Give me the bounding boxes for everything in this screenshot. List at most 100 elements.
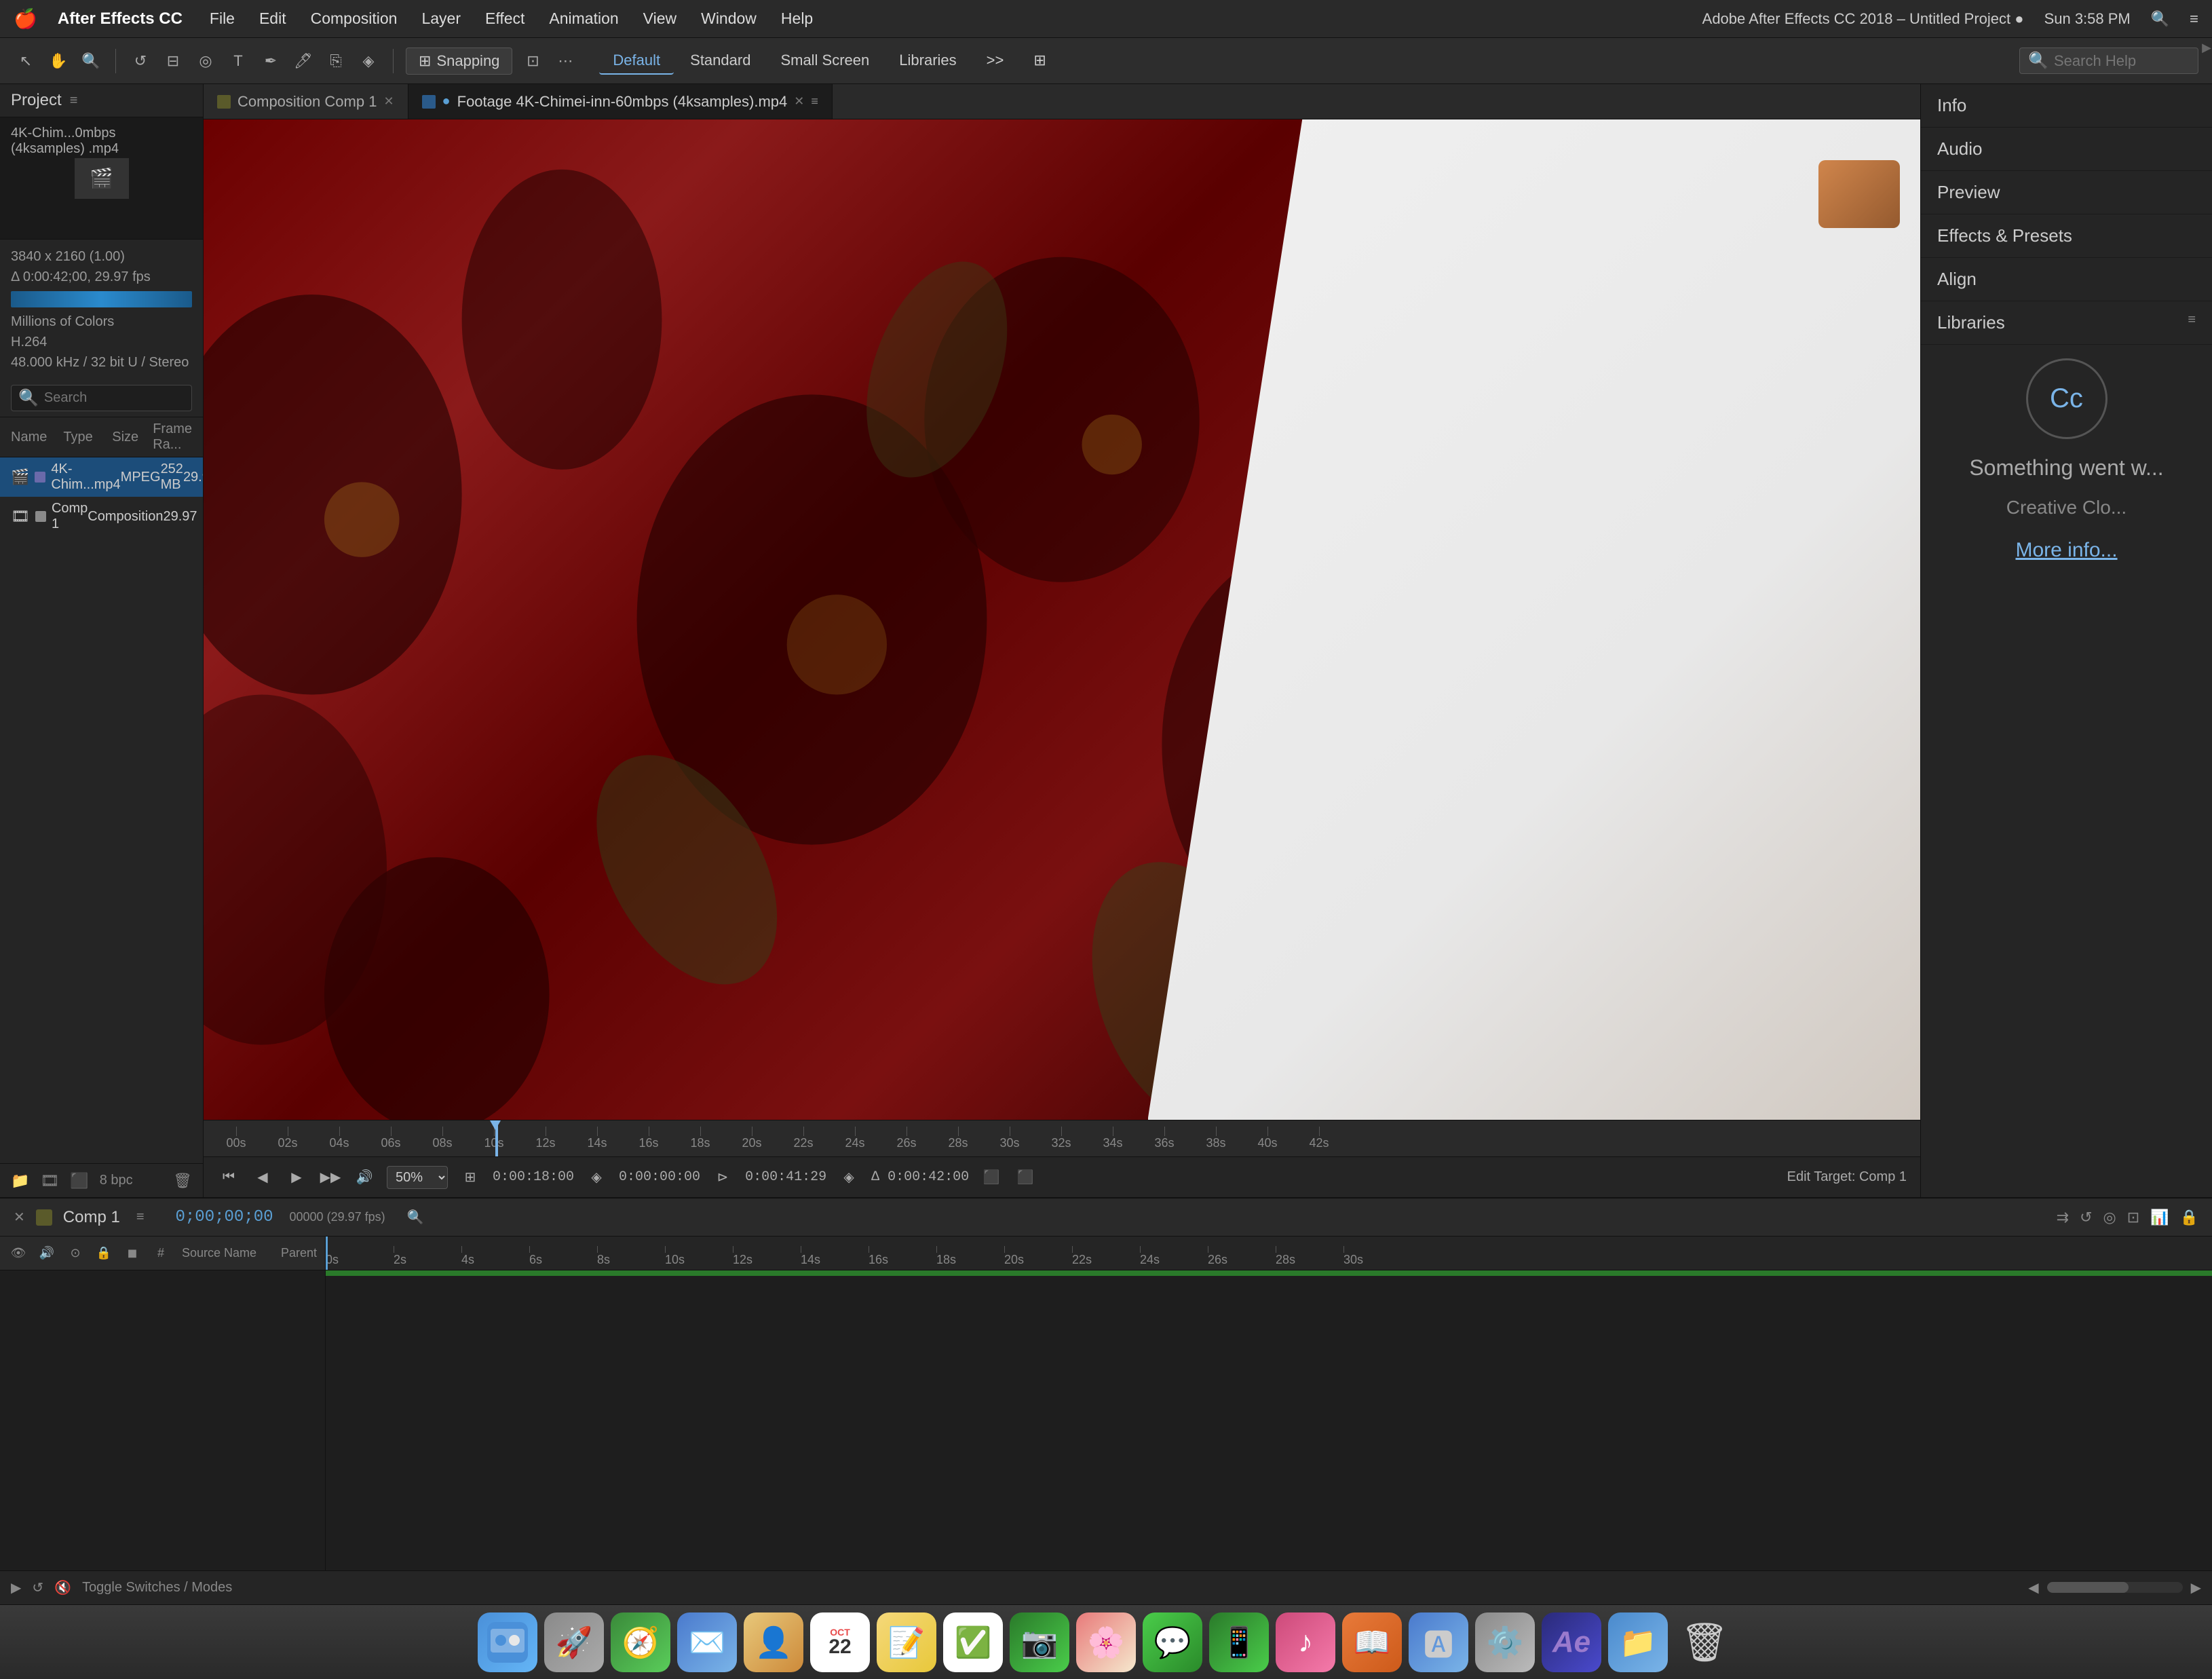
audio-tl-icon[interactable]: 🔊 — [37, 1243, 57, 1264]
play-btn[interactable]: ▶ — [285, 1166, 308, 1189]
project-item-1[interactable]: 🎞 Comp 1 Composition 29.97 — [0, 497, 203, 536]
timeline-work-area-bar[interactable] — [326, 1270, 2212, 1276]
align-snap-icon[interactable]: ⊡ — [520, 49, 545, 73]
viewer-playhead-line[interactable] — [495, 1120, 498, 1156]
rotate-tool[interactable]: ↺ — [128, 49, 153, 73]
clone-tool[interactable]: ⎘ — [324, 49, 348, 73]
orbit-camera[interactable]: ◎ — [193, 49, 218, 73]
project-menu-icon[interactable]: ≡ — [70, 93, 78, 109]
footage-tab[interactable]: ● Footage 4K-Chimei-inn-60mbps (4ksample… — [408, 84, 833, 119]
viewer-ruler[interactable]: 00s 02s 04s 06s 08s 10s 12s 14s 16s 18s … — [204, 1120, 1920, 1156]
snapping-button[interactable]: ⊞ Snapping — [406, 48, 512, 75]
lock-tl-icon[interactable]: 🔒 — [94, 1243, 114, 1264]
comp-tab-close[interactable]: ✕ — [383, 94, 394, 109]
comp-tab[interactable]: Composition Comp 1 ✕ — [204, 84, 408, 119]
search-help-input[interactable] — [2054, 52, 2190, 70]
new-folder-icon[interactable]: 📁 — [11, 1172, 29, 1190]
mute-icon[interactable]: 🔇 — [54, 1579, 71, 1596]
timeline-playhead-line[interactable] — [326, 1237, 328, 1270]
toolbar-search[interactable]: 🔍 — [2019, 48, 2198, 74]
new-item-icon[interactable]: ⬛ — [70, 1172, 88, 1190]
right-panel-info[interactable]: Info — [1921, 84, 2212, 128]
right-panel-preview[interactable]: Preview — [1921, 171, 2212, 214]
dock-notes[interactable]: 📝 — [877, 1612, 936, 1672]
render-icon[interactable]: ⬛ — [980, 1166, 1003, 1189]
timeline-ruler-tl[interactable]: 0s 2s 4s 6s 8s 10s 12s 14s 16s 18s 20s 2… — [326, 1237, 2212, 1270]
loop-timeline-icon[interactable]: ↺ — [32, 1579, 43, 1596]
dock-mail[interactable]: ✉️ — [677, 1612, 737, 1672]
dock-facetime[interactable]: 📷 — [1010, 1612, 1069, 1672]
workspace-libraries[interactable]: Libraries — [885, 48, 970, 75]
solo-icon[interactable]: ⊙ — [65, 1243, 85, 1264]
menu-animation[interactable]: Animation — [549, 10, 618, 28]
apple-menu[interactable]: 🍎 — [14, 7, 37, 30]
workspace-toggle[interactable]: ⊞ — [1020, 48, 1059, 75]
label-tl-icon[interactable]: ◼ — [122, 1243, 142, 1264]
cache-icon[interactable]: ⬛ — [1014, 1166, 1037, 1189]
dock-launchpad[interactable]: 🚀 — [544, 1612, 604, 1672]
next-frame-btn[interactable]: ▶▶ — [319, 1166, 342, 1189]
menu-edit[interactable]: Edit — [259, 10, 286, 28]
dock-photos[interactable]: 🌸 — [1076, 1612, 1136, 1672]
dock-appstore[interactable]: 🅰 — [1409, 1612, 1468, 1672]
search-menubar-icon[interactable]: 🔍 — [2151, 10, 2169, 28]
workspace-small-screen[interactable]: Small Screen — [767, 48, 883, 75]
dock-syspreferences[interactable]: ⚙️ — [1475, 1612, 1535, 1672]
timeline-scroll-thumb[interactable] — [2047, 1582, 2129, 1593]
dock-calendar[interactable]: OCT 22 — [810, 1612, 870, 1672]
audio-btn[interactable]: 🔊 — [353, 1166, 376, 1189]
preview-play-icon[interactable]: ▶ — [11, 1579, 21, 1596]
libraries-menu-icon[interactable]: ≡ — [2188, 312, 2196, 328]
ripple-icon[interactable]: ⇉ — [2057, 1209, 2069, 1226]
lock-layers-icon[interactable]: 🔒 — [2180, 1209, 2198, 1226]
hand-tool[interactable]: ✋ — [46, 49, 71, 73]
project-item-0[interactable]: 🎬 4K-Chim...mp4 MPEG 252 MB 29.97 ⚑ — [0, 457, 203, 497]
menu-file[interactable]: File — [210, 10, 235, 28]
menu-effect[interactable]: Effect — [485, 10, 525, 28]
right-panel-audio[interactable]: Audio — [1921, 128, 2212, 171]
dock-aftereffects[interactable]: Ae — [1542, 1612, 1601, 1672]
snap-icon[interactable]: ◈ — [585, 1166, 608, 1189]
frame-blending-icon[interactable]: ⊡ — [2127, 1209, 2139, 1226]
motion-sketch-icon[interactable]: ⋯ — [553, 49, 577, 73]
first-frame-btn[interactable]: ⏮ — [217, 1166, 240, 1189]
zoom-select[interactable]: 50% 25% 100% Fit — [387, 1166, 448, 1189]
graph-editor-icon[interactable]: 📊 — [2150, 1209, 2169, 1226]
dock-finder[interactable] — [478, 1612, 537, 1672]
expand-icon[interactable]: ▶ — [2202, 41, 2211, 55]
right-panel-effects[interactable]: Effects & Presets — [1921, 214, 2212, 258]
grid-icon[interactable]: ⊞ — [459, 1166, 482, 1189]
new-comp-icon[interactable]: 🎞 — [40, 1172, 59, 1190]
project-search-box[interactable]: 🔍 — [11, 385, 192, 411]
workspace-standard[interactable]: Standard — [676, 48, 764, 75]
arrow-tool[interactable]: ↖ — [14, 49, 38, 73]
text-tool[interactable]: T — [226, 49, 250, 73]
dock-books[interactable]: 📖 — [1342, 1612, 1402, 1672]
dock-safari[interactable]: 🧭 — [611, 1612, 670, 1672]
dock-facetime2[interactable]: 📱 — [1209, 1612, 1269, 1672]
motion-blur-icon[interactable]: ◎ — [2103, 1209, 2116, 1226]
set-in-btn[interactable]: ⊳ — [711, 1166, 734, 1189]
workspace-more[interactable]: >> — [973, 48, 1018, 75]
paint-tool[interactable]: 🖊 — [291, 49, 316, 73]
prev-frame-btn[interactable]: ◀ — [251, 1166, 274, 1189]
menu-window[interactable]: Window — [701, 10, 757, 28]
dock-itunes[interactable]: ♪ — [1276, 1612, 1335, 1672]
dock-contacts[interactable]: 👤 — [744, 1612, 803, 1672]
toggle-switches-label[interactable]: Toggle Switches / Modes — [82, 1580, 232, 1596]
pen-tool[interactable]: ✒ — [259, 49, 283, 73]
more-info-link[interactable]: More info... — [2015, 539, 2117, 562]
timeline-time[interactable]: 0;00;00;00 — [175, 1208, 273, 1226]
marker-icon[interactable]: ◈ — [837, 1166, 860, 1189]
next-comp-icon[interactable]: ▶ — [2191, 1579, 2201, 1596]
timeline-close[interactable]: ✕ — [14, 1209, 25, 1226]
dock-trash[interactable]: 🗑 — [1675, 1612, 1734, 1672]
menu-composition[interactable]: Composition — [311, 10, 398, 28]
dock-airdrop[interactable]: 📁 — [1608, 1612, 1668, 1672]
menu-layer[interactable]: Layer — [421, 10, 461, 28]
current-time-display[interactable]: 0:00:18:00 — [493, 1169, 574, 1185]
timeline-scroll[interactable] — [2047, 1582, 2183, 1593]
dock-reminders[interactable]: ✅ — [943, 1612, 1003, 1672]
timeline-menu-icon[interactable]: ≡ — [136, 1209, 145, 1225]
loop-icon[interactable]: ↺ — [2080, 1209, 2092, 1226]
